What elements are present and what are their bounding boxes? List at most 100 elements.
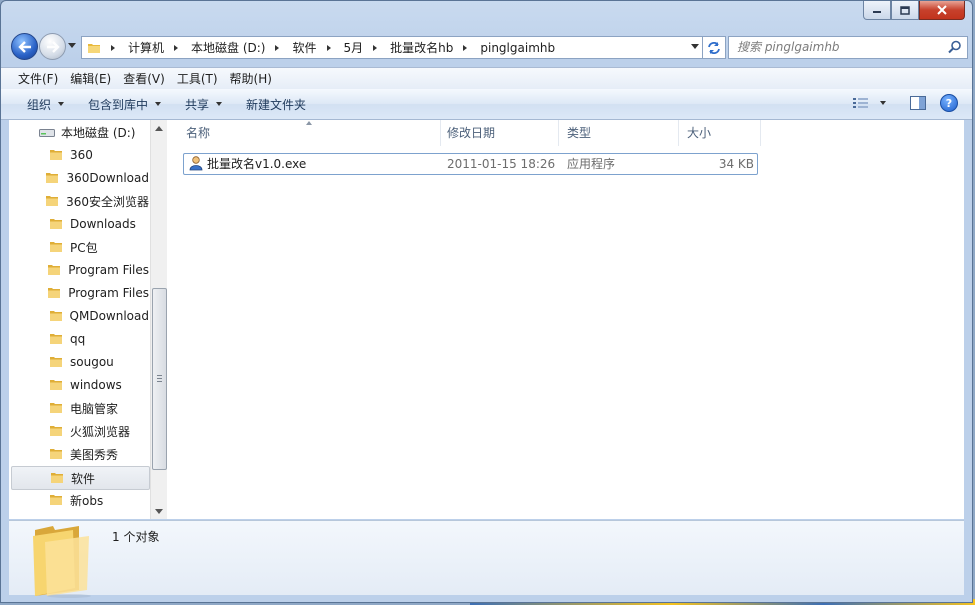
menu-bar: 文件(F) 编辑(E) 查看(V) 工具(T) 帮助(H) [1, 67, 972, 90]
column-name[interactable]: 名称 [178, 120, 441, 146]
caption-buttons [863, 1, 965, 20]
tree-item-folder[interactable]: 360安全浏览器 [9, 190, 149, 212]
breadcrumb-separator[interactable] [168, 37, 187, 58]
column-header: 名称 修改日期 类型 大小 [167, 120, 964, 146]
tree-item-folder[interactable]: windows [9, 374, 149, 396]
tree-item-label: 软件 [71, 471, 96, 486]
preview-pane-icon[interactable] [910, 96, 926, 110]
tree-item-folder[interactable]: Program Files [9, 259, 149, 281]
explorer-window: 计算机 本地磁盘 (D:) 软件 5月 批量改名hb pinglgaimhb 文… [0, 0, 973, 603]
tree-item-label: 360 [70, 148, 93, 162]
chevron-down-icon [58, 102, 65, 106]
tree-item-folder[interactable]: 火狐浏览器 [9, 420, 149, 442]
tree-item-label: windows [70, 378, 122, 392]
tree-item-folder[interactable]: Downloads [9, 213, 149, 235]
new-folder-button[interactable]: 新建文件夹 [234, 96, 318, 113]
file-row[interactable]: 批量改名v1.0.exe 2011-01-15 18:26 应用程序 34 KB [183, 153, 758, 175]
folder-icon [51, 473, 63, 483]
arrow-left-icon [17, 40, 31, 53]
menu-edit[interactable]: 编辑(E) [64, 70, 117, 87]
forward-button[interactable] [39, 33, 66, 60]
breadcrumb-may[interactable]: 5月 [340, 37, 368, 58]
navigation-row: 计算机 本地磁盘 (D:) 软件 5月 批量改名hb pinglgaimhb [9, 32, 968, 60]
folder-icon [48, 288, 61, 298]
tree-item-folder[interactable]: Program Files [9, 282, 149, 304]
column-type[interactable]: 类型 [559, 120, 679, 146]
breadcrumb-computer[interactable]: 计算机 [124, 37, 168, 58]
breadcrumb-separator[interactable] [269, 37, 288, 58]
organize-button[interactable]: 组织 [15, 96, 76, 113]
menu-view[interactable]: 查看(V) [117, 70, 171, 87]
history-dropdown-icon[interactable] [67, 40, 77, 50]
tree-item-folder[interactable]: sougou [9, 351, 149, 373]
tree-item-folder[interactable]: 新obs [9, 489, 149, 511]
scroll-down-icon[interactable] [155, 509, 163, 514]
breadcrumb-current[interactable]: pinglgaimhb [476, 37, 559, 58]
address-dropdown-icon[interactable] [691, 44, 699, 49]
file-type: 应用程序 [567, 157, 616, 171]
scrollbar-thumb[interactable] [152, 288, 167, 470]
details-pane: 1 个对象 [9, 520, 964, 598]
breadcrumb-separator[interactable] [105, 37, 124, 58]
tree-item-drive[interactable]: 本地磁盘 (D:) [9, 121, 149, 143]
menu-tools[interactable]: 工具(T) [171, 70, 224, 87]
breadcrumb-separator[interactable] [321, 37, 340, 58]
breadcrumb-separator[interactable] [457, 37, 476, 58]
help-icon[interactable]: ? [940, 94, 958, 112]
menu-file[interactable]: 文件(F) [12, 70, 64, 87]
tree-item-folder[interactable]: 360 [9, 144, 149, 166]
back-button[interactable] [11, 33, 38, 60]
tree-item-folder-selected[interactable]: 软件 [11, 466, 150, 490]
tree-item-label: 360Download [66, 171, 149, 185]
tree-item-folder[interactable]: PC包 [9, 236, 149, 258]
column-size[interactable]: 大小 [679, 120, 761, 146]
tree-item-label: 本地磁盘 (D:) [61, 125, 136, 140]
tree-item-label: qq [70, 332, 86, 346]
file-date: 2011-01-15 18:26 [447, 157, 556, 171]
breadcrumb-separator[interactable] [367, 37, 386, 58]
breadcrumb-software[interactable]: 软件 [288, 37, 320, 58]
include-in-library-button[interactable]: 包含到库中 [76, 96, 173, 113]
close-button[interactable] [919, 1, 965, 20]
tree-item-label: sougou [70, 355, 114, 369]
item-count: 1 个对象 [112, 530, 160, 544]
menu-help[interactable]: 帮助(H) [224, 70, 278, 87]
tree-item-folder[interactable]: QMDownload [9, 305, 149, 327]
maximize-button[interactable] [891, 1, 919, 20]
tree-item-folder[interactable]: 电脑管家 [9, 397, 149, 419]
tree-item-label: 360安全浏览器 [66, 194, 149, 209]
folder-icon [50, 403, 62, 413]
minimize-button[interactable] [863, 1, 891, 20]
chevron-down-icon [880, 101, 886, 105]
tree-item-label: 美图秀秀 [70, 447, 119, 462]
tree-item-label: 新obs [70, 493, 104, 508]
tree-item-label: Program Files [68, 263, 149, 277]
navpane-scrollbar[interactable] [150, 120, 167, 519]
tree-item-label: Program Files [68, 286, 149, 300]
refresh-button[interactable] [702, 36, 726, 59]
tree-item-folder[interactable]: qq [9, 328, 149, 350]
column-date[interactable]: 修改日期 [439, 120, 559, 146]
folder-icon [46, 196, 59, 206]
arrow-right-icon [46, 40, 60, 53]
search-icon[interactable] [948, 40, 962, 54]
address-bar[interactable]: 计算机 本地磁盘 (D:) 软件 5月 批量改名hb pinglgaimhb [81, 36, 703, 59]
tree-item-folder[interactable]: 美图秀秀 [9, 443, 149, 465]
file-size: 34 KB [718, 157, 754, 171]
command-bar: 组织 包含到库中 共享 新建文件夹 ? [1, 89, 972, 120]
scroll-up-icon[interactable] [155, 126, 163, 131]
close-icon [937, 5, 947, 15]
change-view-button[interactable] [853, 97, 886, 109]
hard-drive-icon [39, 129, 55, 137]
folder-icon [50, 242, 62, 252]
share-button[interactable]: 共享 [173, 96, 234, 113]
tree-item-folder[interactable]: 360Download [9, 167, 149, 189]
folder-icon [50, 150, 62, 160]
breadcrumb-rename-hb[interactable]: 批量改名hb [386, 37, 457, 58]
folder-icon [50, 380, 62, 390]
tree-item-label: 火狐浏览器 [70, 424, 131, 439]
breadcrumb-drive[interactable]: 本地磁盘 (D:) [187, 37, 269, 58]
minimize-icon [873, 11, 881, 13]
search-input[interactable] [729, 37, 942, 56]
folder-icon [50, 449, 62, 459]
